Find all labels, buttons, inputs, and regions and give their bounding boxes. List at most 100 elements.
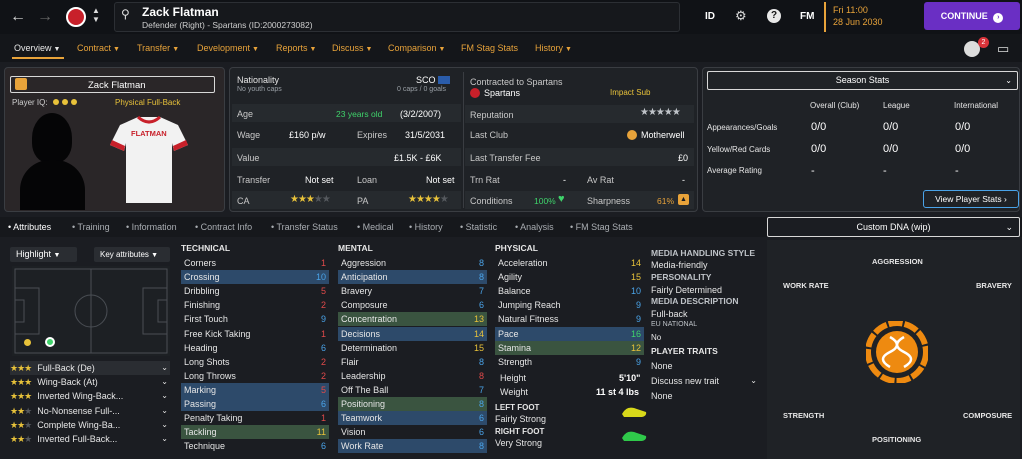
attribute-row[interactable]: Strength 9 — [495, 355, 644, 369]
chevron-down-icon[interactable]: ⌄ — [161, 418, 168, 432]
attribute-row[interactable]: Leadership 8 — [338, 369, 487, 383]
subtab-statistic[interactable]: • Statistic — [460, 222, 497, 232]
attribute-row[interactable]: Long Throws 2 — [181, 369, 329, 383]
role-row[interactable]: ★★★ Wing-Back (At) ⌄ — [10, 375, 170, 389]
club-badge-icon[interactable] — [66, 7, 86, 27]
subtab-training[interactable]: • Training — [72, 222, 110, 232]
role-row[interactable]: ★★★ Complete Wing-Ba... ⌄ — [10, 418, 170, 432]
left-foot-title: LEFT FOOT — [495, 403, 540, 412]
help-icon[interactable]: ? — [767, 9, 781, 23]
attribute-row[interactable]: Finishing 2 — [181, 298, 329, 312]
nav-transfer[interactable]: Transfer ▼ — [137, 43, 179, 53]
subtab-information[interactable]: • Information — [126, 222, 177, 232]
media-description-title: MEDIA DESCRIPTION — [651, 296, 739, 306]
club-name[interactable]: Spartans — [484, 88, 520, 98]
chevron-down-icon[interactable]: ⌄ — [161, 389, 168, 403]
attribute-row[interactable]: Agility 15 — [495, 270, 644, 284]
attribute-row[interactable]: Penalty Taking 1 — [181, 411, 329, 425]
attribute-row[interactable]: Flair 8 — [338, 355, 487, 369]
technical-title: TECHNICAL — [181, 243, 231, 253]
subtab-medical[interactable]: • Medical — [357, 222, 394, 232]
continue-button[interactable]: CONTINUE › — [924, 2, 1020, 30]
attribute-value: 5 — [320, 384, 326, 395]
right-foot-title: RIGHT FOOT — [495, 427, 545, 436]
role-row[interactable]: ★★★ No-Nonsense Full-... ⌄ — [10, 404, 170, 418]
attribute-row[interactable]: Determination 15 — [338, 341, 487, 355]
attribute-row[interactable]: Balance 10 — [495, 284, 644, 298]
role-row[interactable]: ★★★ Inverted Wing-Back... ⌄ — [10, 389, 170, 403]
subtab-analysis[interactable]: • Analysis — [515, 222, 554, 232]
attribute-row[interactable]: Work Rate 8 — [338, 439, 487, 454]
chevron-down-icon[interactable]: ⌄ — [161, 404, 168, 418]
lastclub-value[interactable]: Motherwell — [641, 130, 685, 140]
nav-discuss[interactable]: Discuss ▼ — [332, 43, 372, 53]
key-attributes-dropdown[interactable]: Key attributes ▼ — [94, 247, 170, 262]
attribute-value: 15 — [473, 342, 484, 353]
attribute-row[interactable]: Crossing 10 — [181, 270, 329, 285]
attribute-row[interactable]: Passing 6 — [181, 397, 329, 411]
attribute-row[interactable]: Off The Ball 7 — [338, 383, 487, 397]
dna-dropdown[interactable]: Custom DNA (wip) ⌄ — [767, 217, 1020, 237]
nav-comparison[interactable]: Comparison ▼ — [388, 43, 445, 53]
subtab-attributes[interactable]: • Attributes — [8, 222, 51, 232]
nav-fm-stag-stats[interactable]: FM Stag Stats — [461, 43, 518, 53]
attribute-row[interactable]: Teamwork 6 — [338, 411, 487, 426]
attribute-row[interactable]: Acceleration 14 — [495, 256, 644, 270]
back-arrow-icon[interactable]: ← — [10, 8, 26, 26]
nav-history[interactable]: History ▼ — [535, 43, 572, 53]
chevron-down-icon[interactable]: ⌄ — [161, 375, 168, 389]
subtab-history[interactable]: • History — [409, 222, 443, 232]
chevron-down-icon[interactable]: ⌄ — [161, 432, 168, 446]
attribute-row[interactable]: Positioning 8 — [338, 397, 487, 411]
attribute-name: Dribbling — [184, 286, 220, 297]
nav-overview[interactable]: Overview ▼ — [14, 43, 60, 53]
subtab-transfer-status[interactable]: • Transfer Status — [271, 222, 338, 232]
view-player-stats-button[interactable]: View Player Stats › — [923, 190, 1019, 208]
motherwell-badge-icon — [627, 130, 637, 140]
attribute-row[interactable]: Concentration 13 — [338, 312, 487, 327]
bug-icon[interactable]: ⚙ — [735, 8, 747, 24]
attribute-row[interactable]: Tackling 11 — [181, 425, 329, 440]
attribute-row[interactable]: Technique 6 — [181, 439, 329, 453]
forward-arrow-icon[interactable]: → — [37, 8, 53, 26]
attribute-row[interactable]: Dribbling 5 — [181, 284, 329, 298]
fm-button[interactable]: FM — [800, 11, 814, 22]
role-name: Full-Back (De) — [37, 363, 95, 373]
attribute-row[interactable]: Anticipation 8 — [338, 270, 487, 285]
attribute-row[interactable]: Long Shots 2 — [181, 355, 329, 369]
attribute-row[interactable]: Marking 5 — [181, 382, 329, 397]
attribute-row[interactable]: Heading 6 — [181, 341, 329, 355]
attribute-row[interactable]: Free Kick Taking 1 — [181, 327, 329, 341]
monitor-icon[interactable]: ▭ — [997, 41, 1009, 57]
chevron-down-icon: ▼ — [438, 46, 446, 53]
discuss-trait-dropdown[interactable]: Discuss new trait ⌄ — [651, 376, 759, 386]
nav-contract[interactable]: Contract ▼ — [77, 43, 120, 53]
search-icon[interactable]: ⚲ — [121, 7, 130, 21]
club-switch-chevron-icon[interactable]: ▲ ▼ — [92, 6, 100, 24]
attribute-row[interactable]: First Touch 9 — [181, 312, 329, 326]
attribute-row[interactable]: Corners 1 — [181, 256, 329, 270]
nav-reports[interactable]: Reports ▼ — [276, 43, 316, 53]
attribute-row[interactable]: Pace 16 — [495, 326, 644, 341]
subtab-fm-stag-stats[interactable]: • FM Stag Stats — [570, 222, 633, 232]
season-stats-dropdown[interactable]: Season Stats ⌄ — [707, 71, 1018, 90]
attribute-row[interactable]: Stamina 12 — [495, 340, 644, 355]
nav-development[interactable]: Development ▼ — [197, 43, 259, 53]
id-button[interactable]: ID — [705, 11, 715, 22]
highlight-dropdown[interactable]: Highlight ▼ — [10, 247, 77, 262]
attribute-row[interactable]: Jumping Reach 9 — [495, 298, 644, 312]
attribute-row[interactable]: Vision 6 — [338, 425, 487, 439]
attribute-row[interactable]: Bravery 7 — [338, 284, 487, 298]
chevron-down-icon[interactable]: ⌄ — [161, 361, 168, 375]
dna-positioning: POSITIONING — [872, 435, 922, 444]
attribute-row[interactable]: Natural Fitness 9 — [495, 312, 644, 326]
role-row[interactable]: ★★★ Inverted Full-Back... ⌄ — [10, 432, 170, 446]
attribute-row[interactable]: Composure 6 — [338, 298, 487, 312]
subtab-attributes-label: Attributes — [13, 222, 52, 232]
attribute-row[interactable]: Decisions 14 — [338, 326, 487, 341]
attribute-row[interactable]: Aggression 8 — [338, 256, 487, 270]
role-row[interactable]: ★★★ Full-Back (De) ⌄ — [10, 361, 170, 375]
subtab-contract-info[interactable]: • Contract Info — [195, 222, 252, 232]
flag-icon — [15, 78, 27, 90]
attribute-name: Flair — [341, 356, 359, 367]
